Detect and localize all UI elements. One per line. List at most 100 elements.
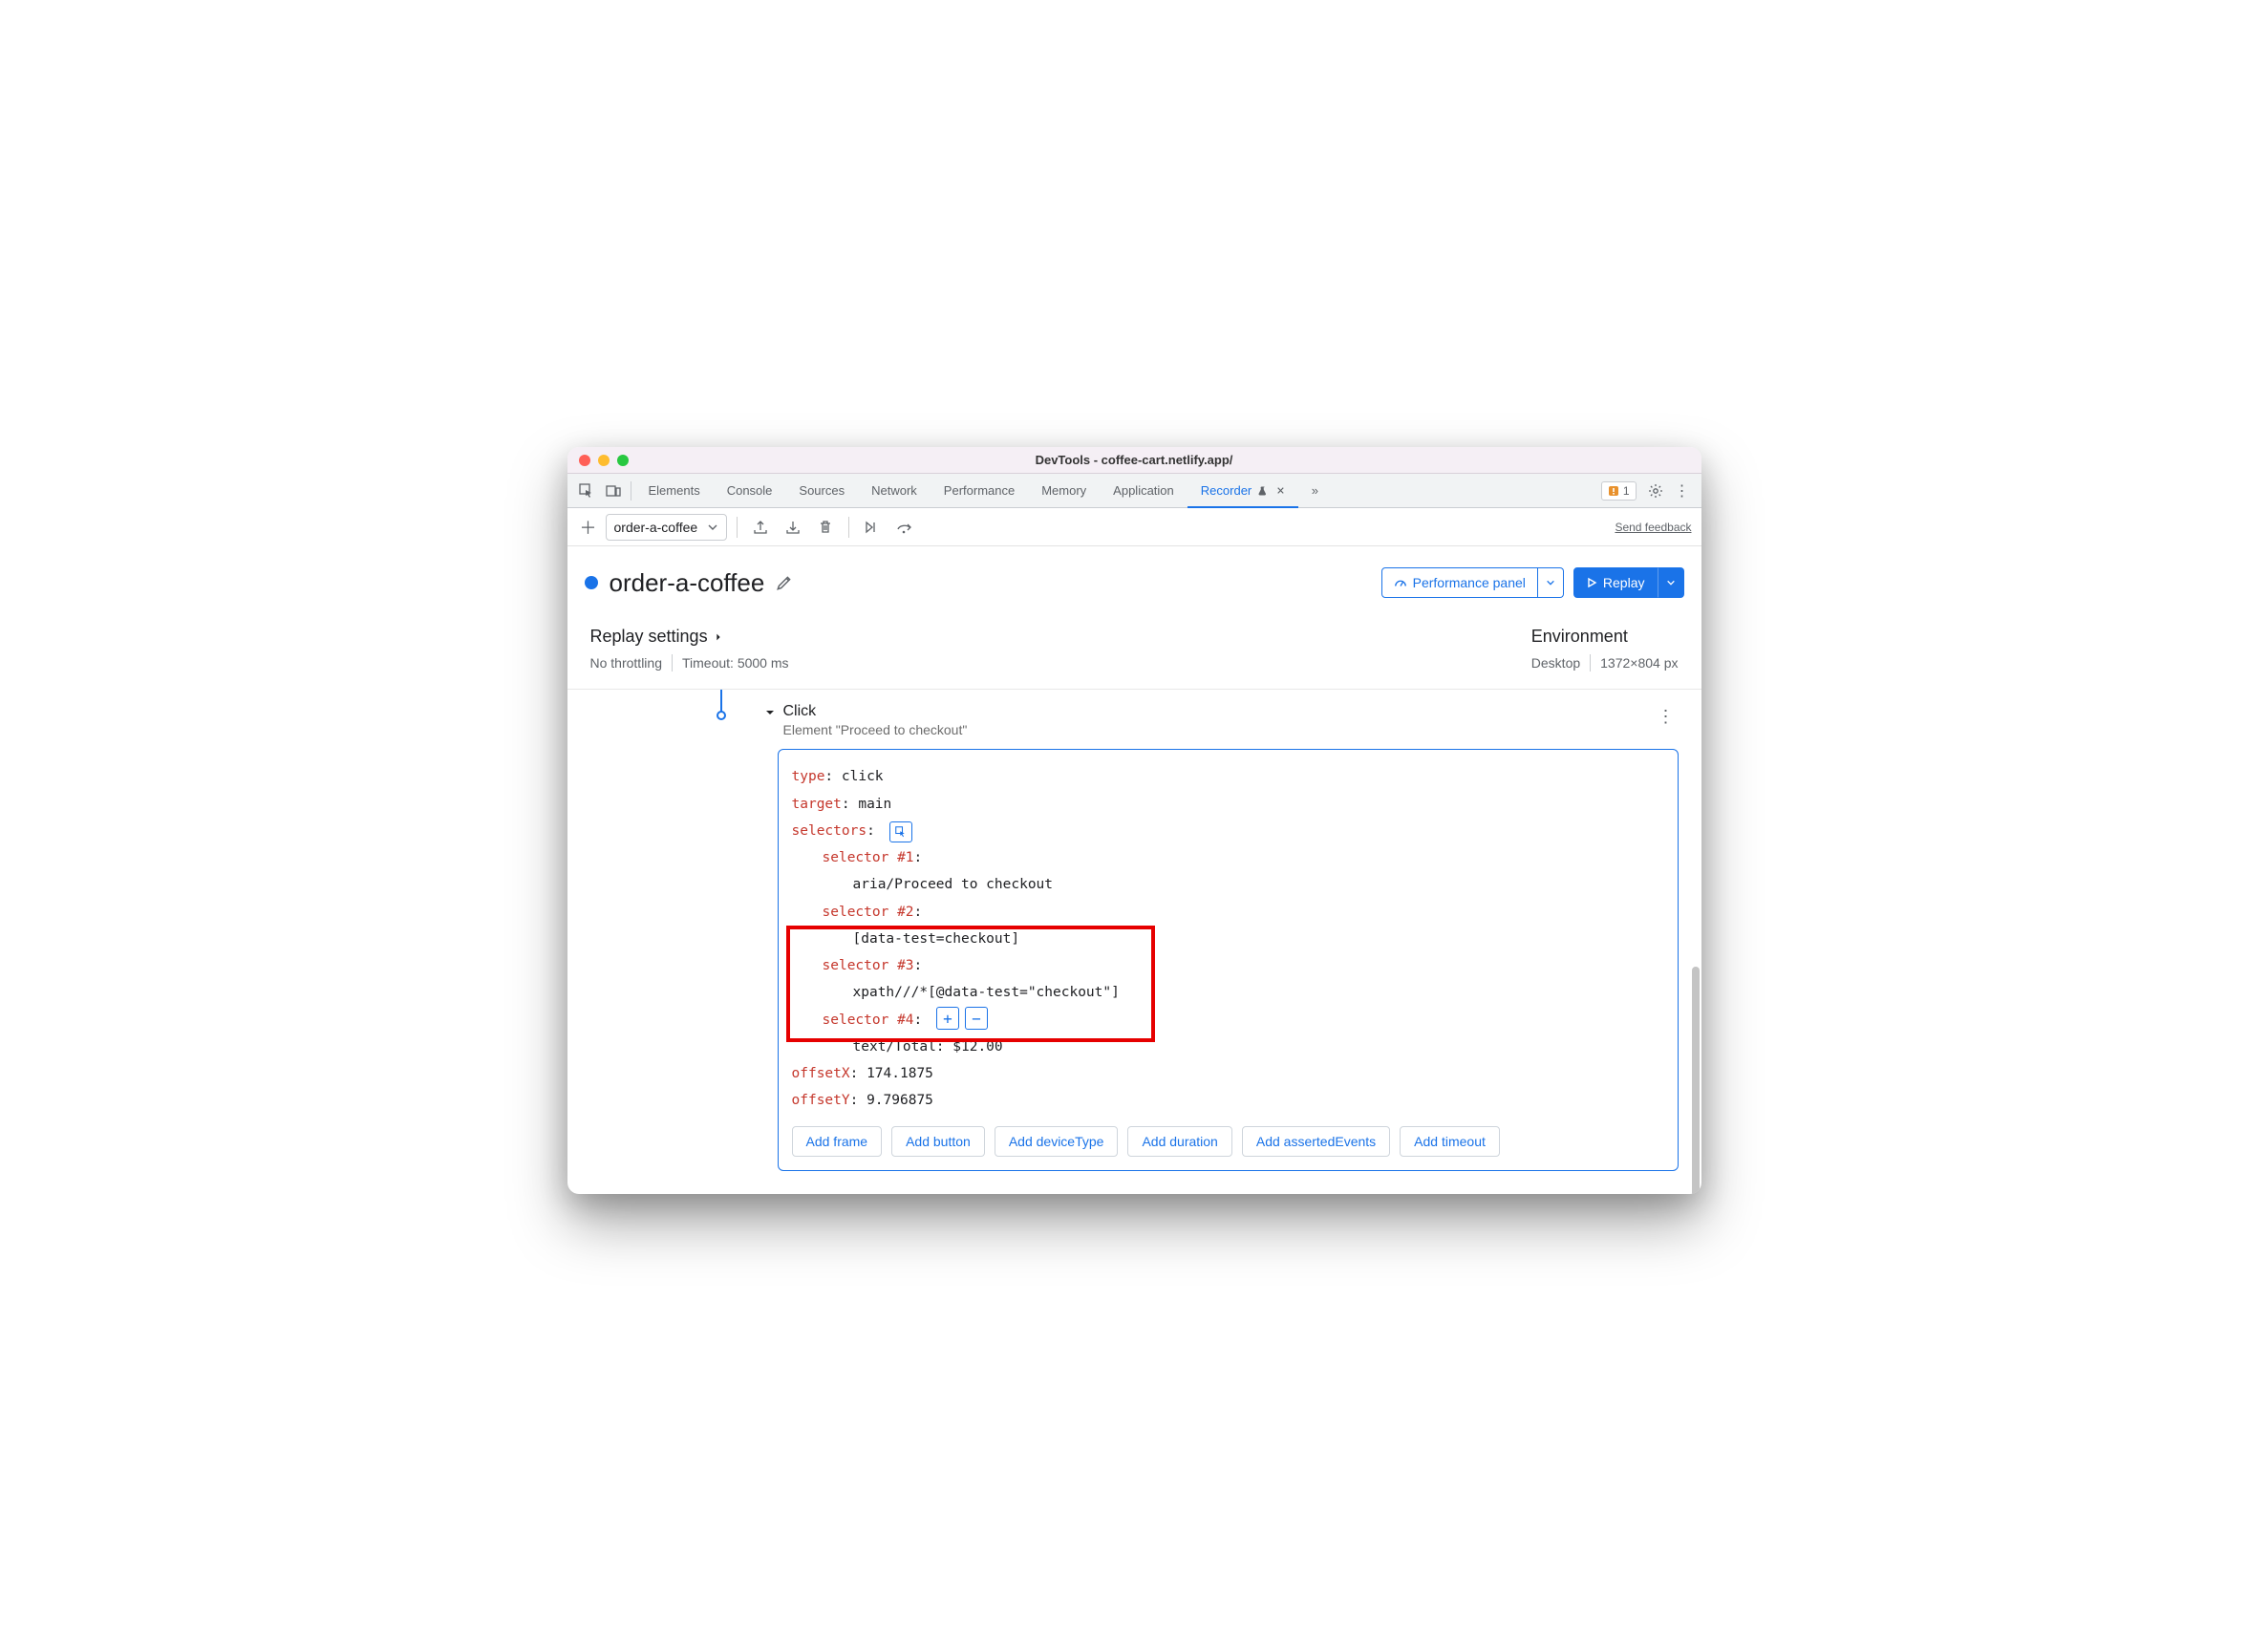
tab-application[interactable]: Application [1100, 474, 1187, 507]
selector-2-value[interactable]: [data-test=checkout] [792, 926, 1664, 952]
tab-label: Sources [799, 483, 845, 498]
replay-button[interactable]: Replay [1573, 567, 1658, 598]
pick-selector-icon[interactable] [889, 821, 912, 842]
close-tab-icon[interactable]: × [1276, 483, 1284, 499]
label: Replay settings [590, 627, 708, 647]
field-selectors[interactable]: selectors: [792, 818, 1664, 844]
warning-count: 1 [1623, 484, 1630, 498]
tab-performance[interactable]: Performance [931, 474, 1028, 507]
tab-network[interactable]: Network [858, 474, 931, 507]
import-icon[interactable] [780, 514, 806, 541]
tab-recorder[interactable]: Recorder × [1187, 474, 1298, 507]
add-frame-button[interactable]: Add frame [792, 1126, 883, 1157]
selector-1-value[interactable]: aria/Proceed to checkout [792, 871, 1664, 898]
separator [737, 517, 738, 538]
button-label: Replay [1603, 575, 1645, 590]
step-description: Element "Proceed to checkout" [783, 722, 1646, 737]
add-assertedevents-button[interactable]: Add assertedEvents [1242, 1126, 1390, 1157]
selector-3-label[interactable]: selector #3: [792, 952, 1664, 979]
performance-dropdown[interactable] [1538, 567, 1564, 598]
selector-4-label[interactable]: selector #4: + − [792, 1007, 1664, 1034]
selector-1-label[interactable]: selector #1: [792, 844, 1664, 871]
flask-icon [1257, 485, 1269, 497]
devtools-tabs-bar: Elements Console Sources Network Perform… [567, 474, 1701, 508]
settings-row: Replay settings No throttling Timeout: 5… [567, 615, 1701, 690]
field-type[interactable]: type: click [792, 763, 1664, 790]
chevron-down-icon [1666, 578, 1676, 587]
selector-3-value[interactable]: xpath///*[@data-test="checkout"] [792, 979, 1664, 1006]
inspect-element-icon[interactable] [573, 478, 600, 504]
tab-more[interactable]: » [1298, 474, 1332, 507]
settings-icon[interactable] [1642, 478, 1669, 504]
tab-elements[interactable]: Elements [635, 474, 714, 507]
remove-selector-button[interactable]: − [965, 1007, 988, 1030]
step-detail-box: type: click target: main selectors: sele… [778, 749, 1679, 1170]
field-target[interactable]: target: main [792, 791, 1664, 818]
chevron-down-icon [1546, 578, 1555, 587]
recording-status-icon [585, 576, 598, 589]
separator [672, 654, 673, 671]
tab-label: Application [1113, 483, 1174, 498]
environment-dimensions: 1372×804 px [1600, 655, 1678, 671]
timeline-dot [717, 711, 726, 720]
throttling-value: No throttling [590, 655, 662, 671]
warning-icon [1608, 485, 1619, 497]
step-replay-icon[interactable] [859, 514, 886, 541]
step-header: Click Element "Proceed to checkout" ⋮ [590, 690, 1679, 737]
environment-device: Desktop [1531, 655, 1580, 671]
selector-2-label[interactable]: selector #2: [792, 899, 1664, 926]
tab-label: Network [871, 483, 917, 498]
tab-sources[interactable]: Sources [785, 474, 858, 507]
step-area: Click Element "Proceed to checkout" ⋮ ty… [567, 690, 1701, 1193]
recording-title: order-a-coffee [610, 568, 765, 598]
step-name: Click [783, 703, 1646, 720]
titlebar: DevTools - coffee-cart.netlify.app/ [567, 447, 1701, 474]
scrollbar[interactable] [1692, 967, 1700, 1193]
more-menu-icon[interactable]: ⋮ [1669, 478, 1696, 504]
performance-panel-button[interactable]: Performance panel [1381, 567, 1538, 598]
edit-title-icon[interactable] [776, 574, 793, 591]
collapse-caret-icon[interactable] [764, 707, 776, 718]
field-offsetx[interactable]: offsetX: 174.1875 [792, 1060, 1664, 1087]
selector-4-value[interactable]: text/Total: $12.00 [792, 1034, 1664, 1060]
add-button-button[interactable]: Add button [891, 1126, 985, 1157]
separator [848, 517, 849, 538]
chevron-down-icon [707, 522, 718, 533]
export-icon[interactable] [747, 514, 774, 541]
tab-label: Memory [1041, 483, 1086, 498]
devtools-window: DevTools - coffee-cart.netlify.app/ Elem… [567, 447, 1701, 1193]
tab-memory[interactable]: Memory [1028, 474, 1100, 507]
send-feedback-link[interactable]: Send feedback [1615, 521, 1691, 534]
tab-label: Recorder [1201, 483, 1252, 498]
add-devicetype-button[interactable]: Add deviceType [995, 1126, 1119, 1157]
performance-button-group: Performance panel Replay [1381, 567, 1684, 598]
recording-selector[interactable]: order-a-coffee [606, 514, 728, 541]
tab-label: Performance [944, 483, 1015, 498]
field-offsety[interactable]: offsetY: 9.796875 [792, 1087, 1664, 1114]
chevron-right-icon [714, 632, 723, 642]
tabs: Elements Console Sources Network Perform… [635, 474, 1332, 507]
recording-name: order-a-coffee [614, 520, 698, 535]
recording-header: order-a-coffee Performance panel Replay [567, 546, 1701, 615]
separator [1590, 654, 1591, 671]
replay-settings-title[interactable]: Replay settings [590, 627, 789, 647]
add-selector-button[interactable]: + [936, 1007, 959, 1030]
recorder-toolbar: ＋ order-a-coffee Send feedback [567, 508, 1701, 546]
delete-icon[interactable] [812, 514, 839, 541]
warning-badge[interactable]: 1 [1601, 481, 1637, 501]
device-toolbar-icon[interactable] [600, 478, 627, 504]
add-duration-button[interactable]: Add duration [1127, 1126, 1231, 1157]
timeout-value: Timeout: 5000 ms [682, 655, 789, 671]
window-title: DevTools - coffee-cart.netlify.app/ [567, 453, 1701, 467]
tab-label: Elements [649, 483, 700, 498]
add-timeout-button[interactable]: Add timeout [1400, 1126, 1500, 1157]
new-recording-icon[interactable]: ＋ [577, 516, 600, 539]
step-over-icon[interactable] [891, 514, 918, 541]
button-label: Performance panel [1413, 575, 1526, 590]
replay-dropdown[interactable] [1658, 567, 1684, 598]
tab-label: Console [727, 483, 773, 498]
step-menu-icon[interactable]: ⋮ [1654, 703, 1679, 731]
environment-title: Environment [1531, 627, 1628, 647]
tab-label: » [1312, 483, 1318, 498]
tab-console[interactable]: Console [714, 474, 786, 507]
